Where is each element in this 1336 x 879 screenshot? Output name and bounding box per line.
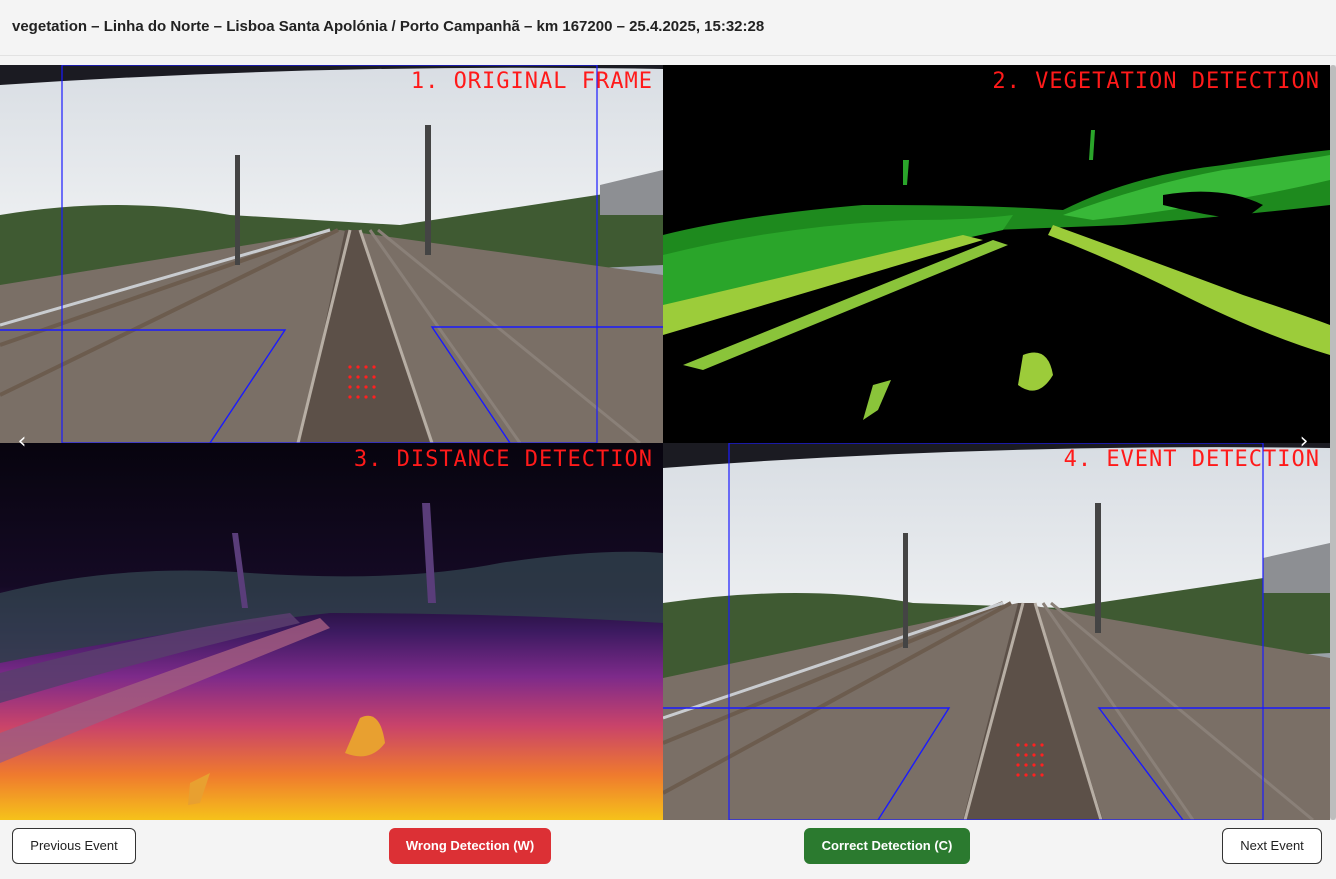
original-frame-panel: 1. ORIGINAL FRAME [0,65,663,443]
vegetation-detection-panel: 2. VEGETATION DETECTION [663,65,1330,443]
scrollbar-thumb[interactable] [1330,65,1336,820]
previous-event-button[interactable]: Previous Event [12,828,136,864]
distance-detection-panel: 3. DISTANCE DETECTION [0,443,663,820]
panel-label-distance: 3. DISTANCE DETECTION [353,447,653,472]
image-viewer: 1. ORIGINAL FRAME 2. VEGETATION DETECTIO… [0,65,1330,820]
wrong-detection-button[interactable]: Wrong Detection (W) [389,828,551,864]
depth-map-image [0,443,663,820]
next-event-button[interactable]: Next Event [1222,828,1322,864]
event-title: vegetation – Linha do Norte – Lisboa San… [12,18,765,35]
event-detection-panel: 4. EVENT DETECTION [663,443,1330,820]
title-bar: vegetation – Linha do Norte – Lisboa San… [0,0,1336,56]
correct-detection-button[interactable]: Correct Detection (C) [804,828,970,864]
panel-label-original: 1. ORIGINAL FRAME [410,69,653,94]
event-detection-image [663,443,1330,820]
panel-label-vegetation: 2. VEGETATION DETECTION [992,69,1320,94]
vegetation-mask-image [663,65,1330,443]
vertical-scrollbar[interactable] [1330,65,1336,820]
prev-arrow-icon[interactable]: ‹ [10,430,34,454]
panel-label-event: 4. EVENT DETECTION [1063,447,1320,472]
original-frame-image [0,65,663,443]
next-arrow-icon[interactable]: › [1292,430,1316,454]
